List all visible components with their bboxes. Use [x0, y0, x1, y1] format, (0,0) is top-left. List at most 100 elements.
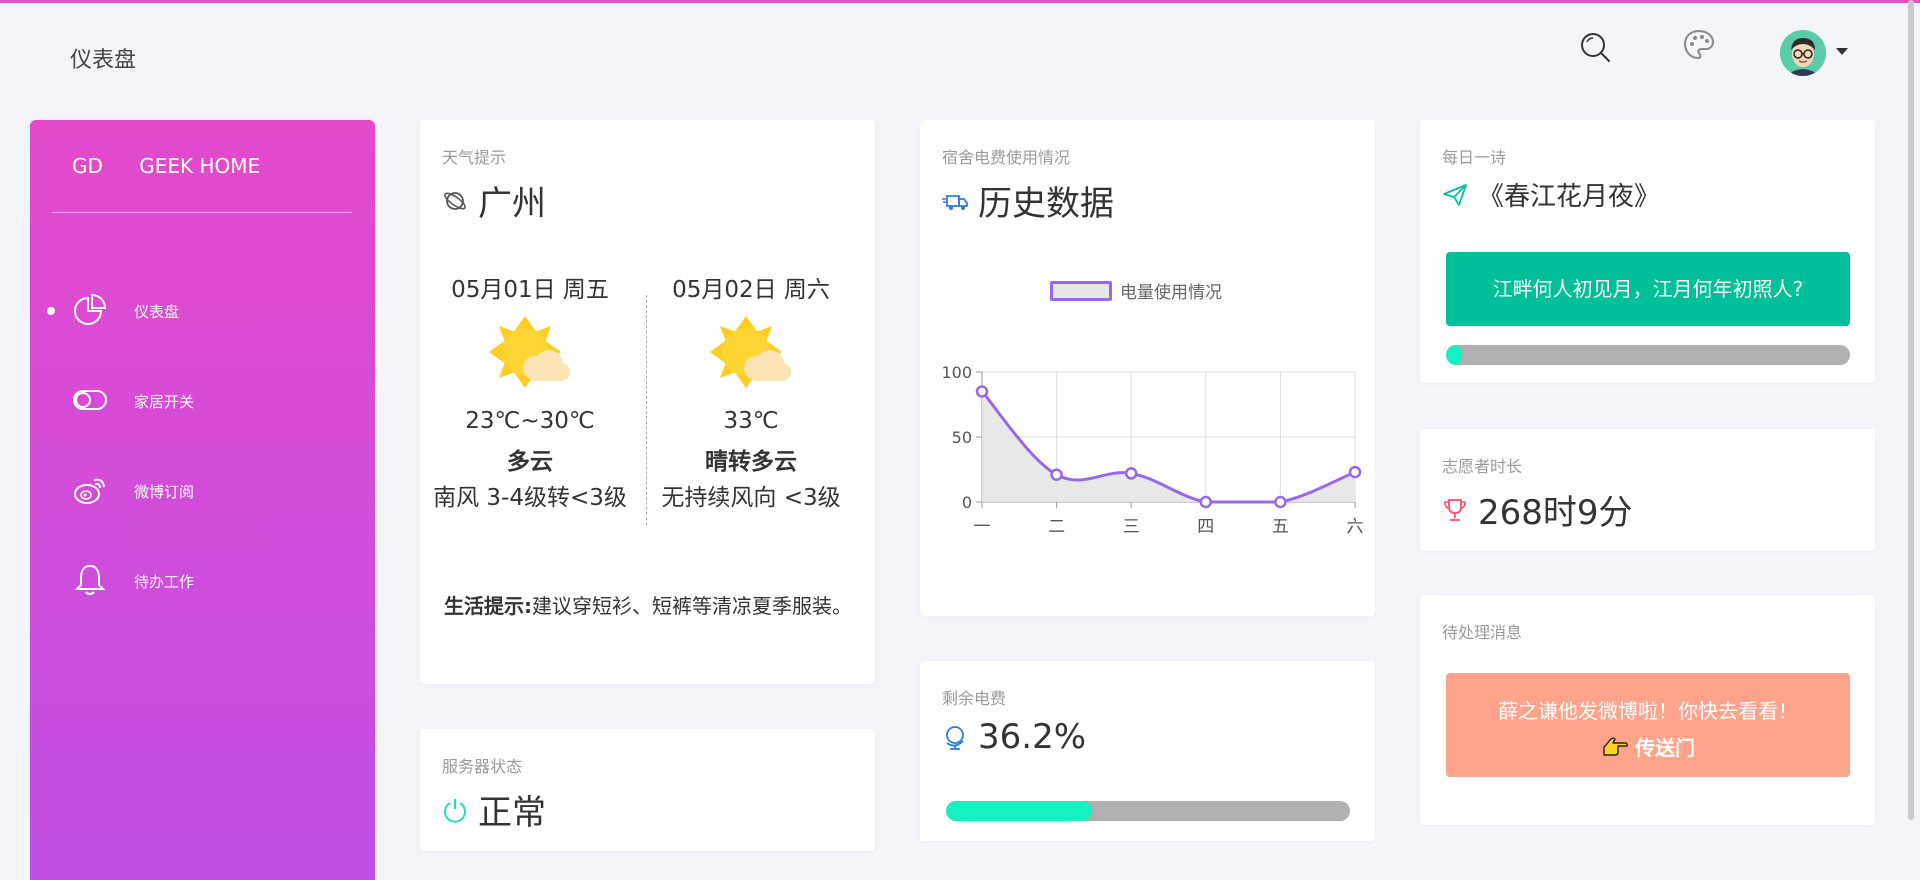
brand[interactable]: GD GEEK HOME	[72, 154, 260, 178]
sidebar-divider	[52, 212, 352, 213]
volunteer-category: 志愿者时长	[1442, 457, 1523, 476]
weather-condition: 晴转多云	[705, 449, 797, 475]
weather-temperature: 33℃	[723, 408, 779, 434]
poem-progress-fill	[1446, 345, 1463, 365]
server-title: 正常	[442, 785, 546, 834]
y-tick-label: 100	[941, 363, 972, 382]
data-point	[1274, 495, 1287, 509]
bell-icon	[72, 562, 108, 598]
pending-messages-card: 待处理消息 薛之谦他发微博啦！你快去看看！ 传送门	[1420, 595, 1875, 825]
electricity-chart: 0 50 100 一 二 三 四 五 六	[941, 363, 1364, 537]
weather-day-2: 05月02日 周六 33℃ 晴转多云 无持续风向 <3级	[641, 270, 861, 514]
weather-date: 05月02日 周六	[672, 277, 830, 303]
trophy-icon	[1444, 498, 1466, 521]
partly-cloudy-icon	[710, 316, 791, 388]
balance-progress-fill	[946, 801, 1093, 821]
electricity-category: 宿舍电费使用情况	[942, 148, 1071, 167]
x-tick-label: 五	[1272, 517, 1289, 537]
messages-category: 待处理消息	[1442, 623, 1523, 642]
volunteer-title: 268时9分	[1442, 485, 1633, 534]
sidebar-item-label: 微博订阅	[134, 483, 195, 501]
sidebar-item-dashboard[interactable]: 仪表盘	[30, 280, 375, 340]
search-icon[interactable]	[1578, 30, 1612, 64]
data-point	[975, 385, 989, 398]
page-title: 仪表盘	[70, 48, 137, 73]
series-area	[982, 391, 1355, 502]
weather-category: 天气提示	[442, 148, 507, 167]
tips-label: 生活提示:	[444, 594, 532, 618]
x-tick-label: 二	[1048, 517, 1065, 537]
balance-category: 剩余电费	[942, 689, 1007, 708]
poem-category: 每日一诗	[1442, 148, 1507, 167]
weather-condition: 多云	[507, 449, 553, 475]
sidebar-item-home-switch[interactable]: 家居开关	[30, 370, 375, 430]
x-tick-label: 三	[1123, 517, 1140, 537]
balance-title: 36.2%	[942, 717, 1086, 757]
data-point	[1050, 468, 1063, 481]
life-tips: 生活提示:建议穿短衫、短裤等清凉夏季服装。	[444, 590, 864, 622]
poem-progress	[1446, 345, 1850, 365]
top-accent-line	[0, 0, 1920, 3]
globe-icon	[946, 726, 964, 750]
weather-title: 广州	[442, 176, 546, 225]
palette-icon[interactable]	[1682, 28, 1716, 62]
x-tick-label: 六	[1347, 517, 1364, 537]
user-menu[interactable]	[1780, 30, 1850, 76]
planet-icon	[444, 191, 466, 210]
portal-link[interactable]: 传送门	[1446, 732, 1850, 761]
weather-date: 05月01日 周五	[451, 277, 609, 303]
electricity-title: 历史数据	[942, 176, 1114, 225]
weather-wind: 南风 3-4级转<3级	[433, 485, 627, 511]
sidebar-item-weibo[interactable]: 微博订阅	[30, 460, 375, 520]
toggle-icon	[72, 382, 108, 418]
power-icon	[444, 798, 466, 823]
brand-abbr: GD	[72, 154, 103, 178]
poem-line-button[interactable]: 江畔何人初见月，江月何年初照人?	[1446, 252, 1850, 326]
weibo-icon	[72, 472, 108, 508]
portal-link-label: 传送门	[1635, 736, 1695, 760]
weather-temperature: 23℃~30℃	[465, 408, 595, 434]
partly-cloudy-icon	[489, 316, 570, 388]
legend-swatch	[1050, 280, 1112, 301]
brand-name: GEEK HOME	[139, 154, 261, 178]
y-tick-label: 50	[952, 428, 972, 447]
pie-chart-icon	[72, 292, 108, 328]
avatar-icon[interactable]	[1780, 30, 1826, 76]
electricity-history-card: 宿舍电费使用情况 历史数据 电量使用情况 0 50 100 一 二 三 四 五 六	[920, 120, 1375, 616]
scrollbar[interactable]	[1908, 0, 1914, 820]
remaining-balance-card: 剩余电费 36.2%	[920, 661, 1375, 841]
daily-poem-card: 每日一诗 《春江花月夜》 江畔何人初见月，江月何年初照人?	[1420, 120, 1875, 383]
delivery-truck-icon	[942, 194, 968, 210]
tips-text: 建议穿短衫、短裤等清凉夏季服装。	[532, 594, 852, 618]
legend-label: 电量使用情况	[1120, 283, 1222, 303]
sidebar-item-label: 待办工作	[134, 573, 195, 591]
paper-plane-icon	[1443, 183, 1467, 206]
chevron-down-icon[interactable]	[1836, 48, 1848, 55]
weather-day-1: 05月01日 周五 23℃~30℃ 多云 南风 3-4级转<3级	[420, 270, 640, 514]
message-text: 薛之谦他发微博啦！你快去看看！	[1498, 699, 1798, 723]
sidebar-item-label: 仪表盘	[134, 303, 180, 321]
data-point	[1348, 465, 1362, 479]
message-button[interactable]: 薛之谦他发微博啦！你快去看看！ 传送门	[1446, 673, 1850, 777]
weather-wind: 无持续风向 <3级	[661, 485, 841, 511]
poem-title: 《春江花月夜》	[1478, 182, 1661, 212]
volunteer-value: 268时9分	[1478, 493, 1633, 533]
sidebar-item-todo[interactable]: 待办工作	[30, 550, 375, 610]
volunteer-hours-card: 志愿者时长 268时9分	[1420, 429, 1875, 551]
electricity-heading: 历史数据	[978, 184, 1114, 224]
x-tick-label: 一	[974, 517, 991, 537]
pointing-hand-icon	[1603, 737, 1628, 756]
data-point	[1199, 495, 1213, 509]
balance-value: 36.2%	[978, 717, 1087, 757]
weather-card: 天气提示 广州 05月01日 周五 23℃~30℃ 多云 南风 3-4级转<3级…	[420, 120, 875, 684]
y-tick-label: 0	[962, 493, 972, 512]
server-category: 服务器状态	[442, 757, 523, 776]
sidebar-item-label: 家居开关	[134, 393, 195, 411]
balance-progress	[946, 801, 1350, 821]
chart-legend: 电量使用情况	[1050, 278, 1222, 303]
city-name: 广州	[478, 184, 546, 224]
active-indicator	[47, 307, 55, 315]
sidebar: GD GEEK HOME 仪表盘 家居开关 微博订阅 待办工作	[30, 120, 375, 880]
data-point	[1124, 467, 1138, 480]
server-status: 正常	[478, 793, 546, 833]
